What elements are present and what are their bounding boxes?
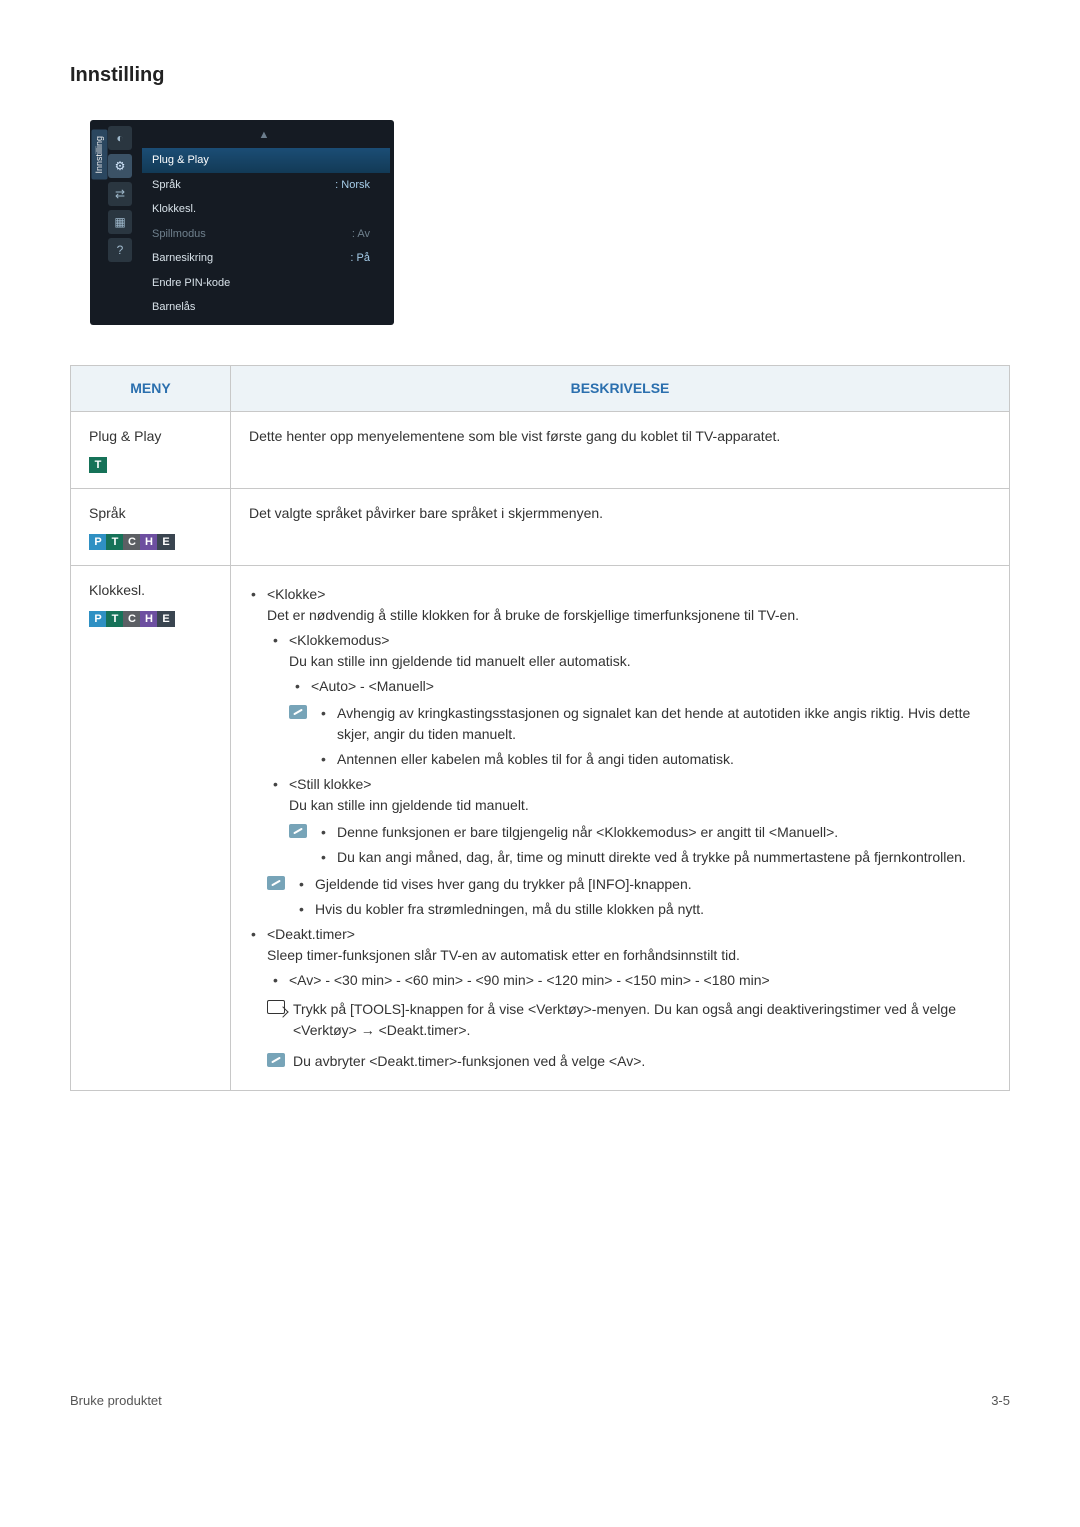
th-menu: MENY <box>71 366 231 412</box>
desc-text: Det valgte språket påvirker bare språket… <box>249 505 603 521</box>
badge-E: E <box>157 611 175 627</box>
badge-C: C <box>123 534 141 550</box>
badge-H: H <box>140 534 158 550</box>
osd-row: Språk : Norsk <box>142 173 390 198</box>
page-title: Innstilling <box>70 60 1010 90</box>
tools-text: Trykk på [TOOLS]-knappen for å vise <Ver… <box>293 1001 956 1038</box>
osd-row-label: Klokkesl. <box>152 201 196 218</box>
tools-hint: Trykk på [TOOLS]-knappen for å vise <Ver… <box>267 999 991 1041</box>
badge-P: P <box>89 534 107 550</box>
input-icon: ⇄ <box>108 182 132 206</box>
osd-row: Barnelås <box>142 295 390 320</box>
menu-cell-sprak: Språk PTCHE <box>71 489 231 566</box>
mode-badges: PTCHE <box>89 607 212 628</box>
menu-name: Språk <box>89 503 212 524</box>
desc-cell-sprak: Det valgte språket påvirker bare språket… <box>231 489 1010 566</box>
note-text: Denne funksjonen er bare tilgjengelig nå… <box>319 822 991 843</box>
note-block: Du avbryter <Deakt.timer>-funksjonen ved… <box>267 1051 991 1072</box>
badge-P: P <box>89 611 107 627</box>
page-footer: Bruke produktet 3-5 <box>70 1391 1010 1411</box>
note-text: Du avbryter <Deakt.timer>-funksjonen ved… <box>293 1053 645 1069</box>
osd-scroll-up-indicator: ▲ <box>142 125 390 145</box>
osd-row-value: : På <box>350 250 370 267</box>
desc-cell-plugplay: Dette henter opp menyelementene som ble … <box>231 412 1010 489</box>
note-text: Gjeldende tid vises hver gang du trykker… <box>297 874 991 895</box>
note-icon <box>267 876 285 890</box>
badge-T: T <box>106 534 124 550</box>
osd-side-tab-label: Innstilling <box>92 130 108 180</box>
badge-E: E <box>157 534 175 550</box>
osd-row-label: Endre PIN-kode <box>152 275 230 292</box>
klokkemodus-text: Du kan stille inn gjeldende tid manuelt … <box>289 653 631 669</box>
badge-T: T <box>89 457 107 473</box>
note-block: Avhengig av kringkastingsstasjonen og si… <box>289 703 991 770</box>
osd-menu-list: Plug & Play Språk : Norsk Klokkesl. Spillmod… <box>142 148 390 320</box>
menu-name: Klokkesl. <box>89 580 212 601</box>
klokkemodus-label: <Klokkemodus> <box>289 632 389 648</box>
note-text: Du kan angi måned, dag, år, time og minu… <box>319 847 991 868</box>
desc-text: Dette henter opp menyelementene som ble … <box>249 428 780 444</box>
note-text: Antennen eller kabelen må kobles til for… <box>319 749 991 770</box>
mode-badges: T <box>89 453 212 474</box>
osd-row: Plug & Play <box>142 148 390 173</box>
badge-C: C <box>123 611 141 627</box>
th-desc: BESKRIVELSE <box>231 366 1010 412</box>
note-block: Gjeldende tid vises hver gang du trykker… <box>267 874 991 920</box>
osd-row: Spillmodus : Av <box>142 222 390 247</box>
osd-icon-column: ◐ ⚙ ⇄ ▦ ? <box>108 126 136 262</box>
deakttimer-text: Sleep timer-funksjonen slår TV-en av aut… <box>267 947 740 963</box>
osd-row-label: Barnesikring <box>152 250 213 267</box>
footer-left-text: Bruke produktet <box>70 1391 162 1411</box>
osd-row-label: Plug & Play <box>152 152 209 169</box>
osd-row-label: Barnelås <box>152 299 195 316</box>
deakttimer-label: <Deakt.timer> <box>267 926 355 942</box>
stillklokke-label: <Still klokke> <box>289 776 371 792</box>
osd-row: Endre PIN-kode <box>142 271 390 296</box>
note-icon <box>289 705 307 719</box>
badge-H: H <box>140 611 158 627</box>
application-icon: ▦ <box>108 210 132 234</box>
klokke-intro: Det er nødvendig å stille klokken for å … <box>267 607 799 623</box>
osd-row-label: Spillmodus <box>152 226 206 243</box>
note-icon <box>267 1053 285 1067</box>
settings-gear-icon: ⚙ <box>108 154 132 178</box>
klokke-label: <Klokke> <box>267 586 325 602</box>
note-block: Denne funksjonen er bare tilgjengelig nå… <box>289 822 991 868</box>
note-text: Avhengig av kringkastingsstasjonen og si… <box>319 703 991 745</box>
auto-manuell-options: <Auto> - <Manuell> <box>293 676 991 697</box>
osd-row-label: Språk <box>152 177 181 194</box>
osd-screenshot: Innstilling ◐ ⚙ ⇄ ▦ ? ▲ Plug & Play Språk… <box>90 120 394 325</box>
note-icon <box>289 824 307 838</box>
osd-row: Barnesikring : På <box>142 246 390 271</box>
osd-row-value: : Norsk <box>335 177 370 194</box>
menu-cell-klokkesl: Klokkesl. PTCHE <box>71 566 231 1091</box>
note-text: Hvis du kobler fra strømledningen, må du… <box>297 899 991 920</box>
osd-row: Klokkesl. <box>142 197 390 222</box>
badge-T: T <box>106 611 124 627</box>
deakttimer-options: <Av> - <30 min> - <60 min> - <90 min> - … <box>271 970 991 991</box>
support-icon: ? <box>108 238 132 262</box>
menu-cell-plugplay: Plug & Play T <box>71 412 231 489</box>
menu-name: Plug & Play <box>89 426 212 447</box>
stillklokke-text: Du kan stille inn gjeldende tid manuelt. <box>289 797 529 813</box>
footer-page-number: 3-5 <box>991 1391 1010 1411</box>
desc-cell-klokkesl: <Klokke> Det er nødvendig å stille klokk… <box>231 566 1010 1091</box>
picture-icon: ◐ <box>108 126 132 150</box>
description-table: MENY BESKRIVELSE Plug & Play T Dette hen… <box>70 365 1010 1091</box>
tools-icon <box>267 1000 285 1014</box>
osd-row-value: : Av <box>352 226 370 243</box>
mode-badges: PTCHE <box>89 530 212 551</box>
